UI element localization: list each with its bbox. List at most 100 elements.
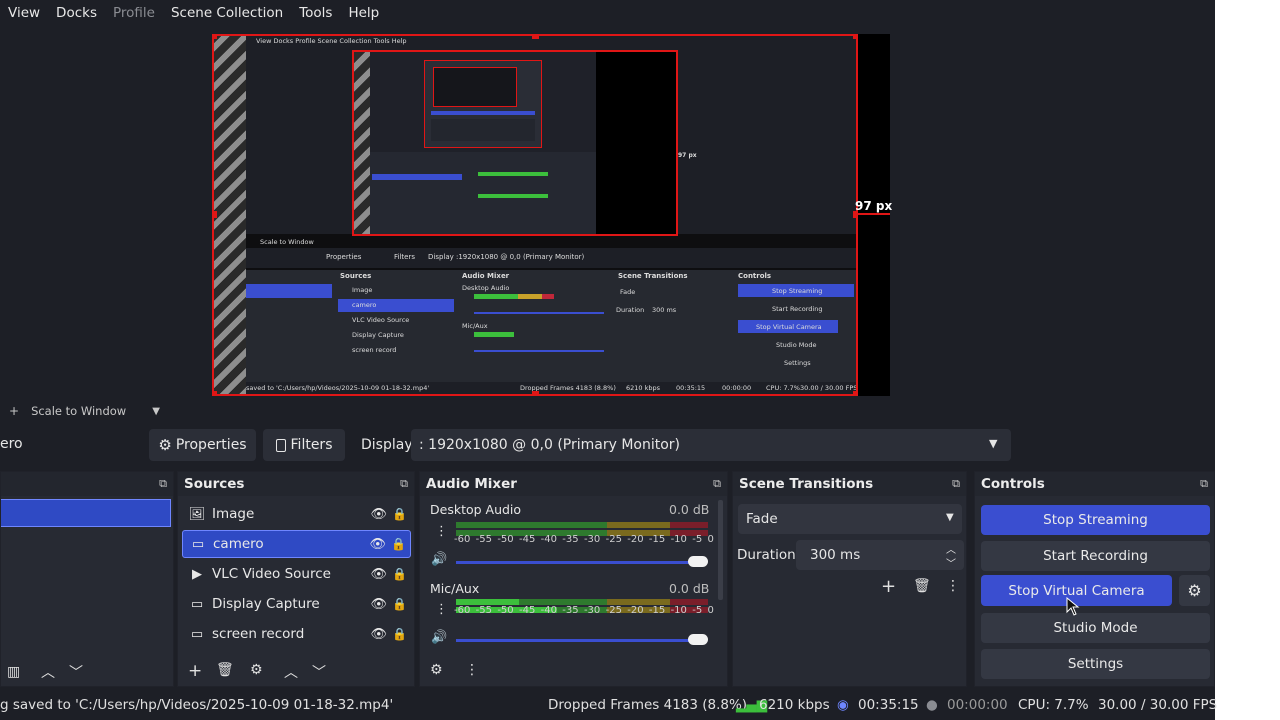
- start-recording-button[interactable]: Start Recording: [981, 541, 1210, 571]
- menu-profile[interactable]: Profile: [105, 5, 163, 21]
- studio-mode-button[interactable]: Studio Mode: [981, 613, 1210, 643]
- trash-icon[interactable]: 🗑: [913, 578, 931, 594]
- mini-source-2: VLC Video Source: [352, 316, 410, 324]
- stream-icon: ◉: [837, 697, 849, 713]
- menu-dots-icon[interactable]: ⋮: [465, 662, 479, 678]
- resize-handle[interactable]: [212, 391, 217, 396]
- float-icon[interactable]: ⧉: [713, 477, 721, 491]
- filter-icon[interactable]: ▥: [7, 664, 20, 680]
- gear-icon[interactable]: ⚙: [430, 662, 443, 678]
- preview-canvas[interactable]: View Docks Profile Scene Collection Tool…: [212, 34, 858, 396]
- resize-handle[interactable]: [212, 211, 217, 218]
- source-item-screen-record[interactable]: ▭ screen record 👁 🔒: [182, 620, 411, 648]
- transitions-header: Scene Transitions ⧉: [733, 472, 966, 496]
- desktop-audio-db: 0.0 dB: [669, 502, 710, 517]
- resize-handle[interactable]: [532, 34, 539, 39]
- menu-help[interactable]: Help: [340, 5, 387, 21]
- lock-icon[interactable]: 🔒: [392, 627, 407, 641]
- nested-inner-bar: [431, 111, 535, 115]
- scale-tick: -20: [627, 534, 644, 545]
- add-icon[interactable]: +: [881, 576, 896, 597]
- source-item-display-capture[interactable]: ▭ Display Capture 👁 🔒: [182, 590, 411, 618]
- eye-icon[interactable]: 👁: [369, 537, 386, 552]
- menu-dots-icon[interactable]: ⋮: [435, 602, 448, 617]
- resize-handle[interactable]: [212, 34, 217, 39]
- chevron-up-icon[interactable]: ︿: [41, 662, 55, 682]
- mini-toolbar: Properties Filters Display :1920x1080 @ …: [246, 248, 858, 268]
- settings-button[interactable]: Settings: [981, 649, 1210, 679]
- menu-docks[interactable]: Docks: [48, 5, 105, 21]
- menu-view[interactable]: View: [0, 5, 48, 21]
- audio-mixer-dock: Audio Mixer ⧉ Desktop Audio 0.0 dB ⋮ -60-…: [419, 471, 728, 687]
- mini-scene-selected: [246, 284, 332, 298]
- lock-icon[interactable]: 🔒: [392, 567, 407, 581]
- scene-item-selected[interactable]: [1, 499, 171, 527]
- source-item-camero[interactable]: ▭ camero 👁 🔒: [182, 530, 411, 558]
- float-icon[interactable]: ⧉: [1200, 477, 1208, 491]
- status-kbps: 6210 kbps: [759, 697, 830, 713]
- desktop-volume-handle[interactable]: [688, 556, 708, 567]
- chevron-up-icon[interactable]: ︿: [946, 541, 956, 556]
- scene-transitions-dock: Scene Transitions ⧉ Fade ▼ Duration 300 m…: [732, 471, 967, 687]
- virtual-camera-settings-button[interactable]: ⚙: [1179, 575, 1210, 606]
- lock-icon[interactable]: 🔒: [391, 537, 406, 551]
- filters-button[interactable]: Filters: [263, 429, 345, 461]
- menu-dots-icon[interactable]: ⋮: [435, 524, 448, 539]
- menu-scene-collection[interactable]: Scene Collection: [163, 5, 291, 21]
- nested-inner-docks: [431, 119, 535, 141]
- resize-handle[interactable]: [532, 391, 539, 396]
- speaker-icon[interactable]: 🔊: [431, 630, 447, 645]
- mini-properties: Properties: [326, 253, 362, 261]
- chevron-down-icon[interactable]: ﹀: [312, 662, 326, 682]
- speaker-icon[interactable]: 🔊: [431, 552, 447, 567]
- trash-icon[interactable]: 🗑: [216, 662, 234, 678]
- duration-spinbox[interactable]: 300 ms ︿ ﹀: [796, 540, 964, 570]
- eye-icon[interactable]: 👁: [370, 567, 387, 582]
- scale-tick: -55: [475, 605, 492, 616]
- scale-tick: -40: [540, 534, 557, 545]
- monitor-icon: ▭: [190, 626, 204, 642]
- mic-volume-slider[interactable]: [456, 639, 706, 642]
- scale-tick: -55: [475, 534, 492, 545]
- display-select[interactable]: : 1920x1080 @ 0,0 (Primary Monitor) ▼: [411, 429, 1011, 461]
- audio-scrollbar[interactable]: [718, 500, 723, 600]
- chevron-up-icon[interactable]: ︿: [284, 662, 298, 682]
- scale-tick: 0: [707, 534, 714, 545]
- eye-icon[interactable]: 👁: [370, 627, 387, 642]
- scale-label[interactable]: Scale to Window: [31, 404, 126, 418]
- stop-streaming-button[interactable]: Stop Streaming: [981, 505, 1210, 535]
- lock-icon[interactable]: 🔒: [392, 597, 407, 611]
- eye-icon[interactable]: 👁: [370, 507, 387, 522]
- gear-icon[interactable]: ⚙: [250, 662, 263, 678]
- scene-name-fragment: ero: [0, 436, 23, 452]
- mic-volume-handle[interactable]: [688, 634, 708, 645]
- sources-dock: Sources ⧉ 🖼 Image 👁 🔒 ▭ camero 👁 🔒 ▶ VLC Vi…: [177, 471, 415, 687]
- scale-tick: -25: [605, 534, 622, 545]
- gear-icon: ⚙: [158, 436, 172, 454]
- chevron-down-icon[interactable]: ﹀: [69, 662, 83, 682]
- offset-label: 97 px: [855, 199, 893, 213]
- properties-button[interactable]: ⚙ Properties: [149, 429, 256, 461]
- duration-value: 300 ms: [810, 547, 861, 563]
- source-label: VLC Video Source: [212, 566, 331, 582]
- add-icon[interactable]: +: [188, 661, 202, 681]
- source-item-image[interactable]: 🖼 Image 👁 🔒: [182, 500, 411, 528]
- desktop-audio-meter: [456, 522, 708, 528]
- menu-dots-icon[interactable]: ⋮: [946, 578, 960, 594]
- controls-title: Controls: [981, 476, 1045, 492]
- transition-select[interactable]: Fade ▼: [738, 504, 962, 534]
- chevron-down-icon[interactable]: ▼: [152, 406, 160, 417]
- desktop-audio-label: Desktop Audio: [430, 502, 522, 517]
- menu-tools[interactable]: Tools: [291, 5, 340, 21]
- plus-icon[interactable]: +: [9, 404, 19, 418]
- float-icon[interactable]: ⧉: [952, 477, 960, 491]
- float-icon[interactable]: ⧉: [159, 477, 167, 491]
- source-item-vlc[interactable]: ▶ VLC Video Source 👁 🔒: [182, 560, 411, 588]
- float-icon[interactable]: ⧉: [400, 477, 408, 491]
- desktop-volume-slider[interactable]: [456, 561, 706, 564]
- chevron-down-icon[interactable]: ﹀: [946, 555, 956, 570]
- lock-icon[interactable]: 🔒: [392, 507, 407, 521]
- mini-status-time: 00:35:15: [676, 384, 706, 392]
- mini-source-0: Image: [352, 286, 373, 294]
- eye-icon[interactable]: 👁: [370, 597, 387, 612]
